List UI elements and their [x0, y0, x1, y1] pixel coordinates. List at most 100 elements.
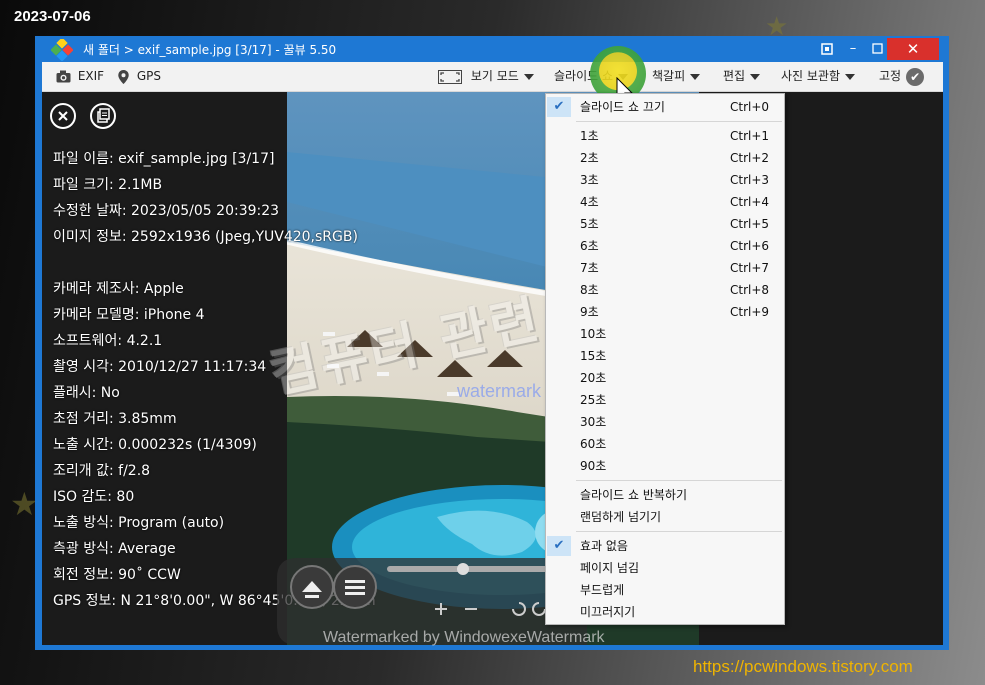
- menu-item-label: 효과 없음: [580, 539, 628, 553]
- date-overlay: 2023-07-06: [14, 8, 91, 25]
- exif-label: EXIF: [77, 69, 105, 83]
- menu-item-label: 25초: [580, 393, 607, 407]
- info-exposure-program: 노출 방식: Program (auto): [53, 515, 225, 531]
- menu-item-shortcut: Ctrl+0: [730, 100, 770, 114]
- slideshow-menu-item[interactable]: 8초 Ctrl+8: [546, 279, 784, 301]
- menu-icon[interactable]: [333, 565, 377, 609]
- info-file-size: 파일 크기: 2.1MB: [53, 177, 163, 193]
- view-mode-menu[interactable]: 보기 모드: [438, 62, 534, 91]
- close-icon: [58, 111, 68, 121]
- menu-item-label: 9초: [580, 305, 599, 319]
- title-bar: 새 폴더 > exif_sample.jpg [3/17] - 꿀뷰 5.50 …: [35, 36, 949, 62]
- menu-item-label: 8초: [580, 283, 599, 297]
- slideshow-menu-item[interactable]: 4초 Ctrl+4: [546, 191, 784, 213]
- gps-button[interactable]: GPS: [118, 62, 161, 91]
- slideshow-menu-item[interactable]: 랜덤하게 넘기기: [546, 506, 784, 528]
- slideshow-menu-item[interactable]: 7초 Ctrl+7: [546, 257, 784, 279]
- view-mode-label: 보기 모드: [470, 69, 519, 83]
- checkmark-icon: ✔: [547, 97, 571, 117]
- slideshow-menu-item[interactable]: 25초: [546, 389, 784, 411]
- info-aperture: 조리개 값: f/2.8: [53, 463, 151, 479]
- menu-item-label: 6초: [580, 239, 599, 253]
- bookmark-menu[interactable]: 책갈피: [652, 62, 701, 91]
- menu-item-label: 미끄러지기: [580, 605, 636, 619]
- info-exposure-time: 노출 시간: 0.000232s (1/4309): [53, 437, 257, 453]
- info-flash: 플래시: No: [53, 385, 120, 401]
- info-image-info: 이미지 정보: 2592x1936 (Jpeg,YUV420,sRGB): [53, 229, 358, 245]
- pin-button[interactable]: 고정 ✔: [879, 62, 925, 91]
- map-pin-icon: [118, 69, 129, 84]
- info-software: 소프트웨어: 4.2.1: [53, 333, 163, 349]
- slideshow-dropdown-menu: ✔ 슬라이드 쇼 끄기 Ctrl+0 1초 Ctrl+1 2초 Ctrl+2 3초 Ctrl+3…: [545, 93, 785, 625]
- slideshow-menu-item[interactable]: 1초 Ctrl+1: [546, 125, 784, 147]
- info-camera-make: 카메라 제조사: Apple: [53, 281, 184, 297]
- checkmark-icon: ✔: [547, 536, 571, 556]
- photo-box-menu[interactable]: 사진 보관함: [781, 62, 856, 91]
- slideshow-menu-item[interactable]: 미끄러지기: [546, 601, 784, 623]
- check-circle-icon: ✔: [906, 67, 925, 86]
- slideshow-menu-item[interactable]: 부드럽게: [546, 579, 784, 601]
- chevron-down-icon: [690, 73, 701, 80]
- info-file-name: 파일 이름: exif_sample.jpg [3/17]: [53, 151, 275, 167]
- menu-separator: [576, 531, 782, 532]
- menu-item-shortcut: Ctrl+5: [730, 217, 770, 231]
- slideshow-menu-item[interactable]: 2초 Ctrl+2: [546, 147, 784, 169]
- menu-item-shortcut: Ctrl+3: [730, 173, 770, 187]
- info-focal-length: 초점 거리: 3.85mm: [53, 411, 177, 427]
- menu-item-label: 15초: [580, 349, 607, 363]
- menu-item-label: 20초: [580, 371, 607, 385]
- app-logo-icon: [51, 39, 73, 61]
- slideshow-menu-item[interactable]: 9초 Ctrl+9: [546, 301, 784, 323]
- chevron-down-icon: [750, 73, 761, 80]
- menu-item-shortcut: Ctrl+6: [730, 239, 770, 253]
- edit-menu[interactable]: 편집: [723, 62, 761, 91]
- gps-label: GPS: [136, 69, 161, 83]
- slideshow-menu-item[interactable]: ✔ 효과 없음: [546, 535, 784, 557]
- menu-item-label: 페이지 넘김: [580, 561, 640, 575]
- menu-item-label: 30초: [580, 415, 607, 429]
- slideshow-menu-item[interactable]: 3초 Ctrl+3: [546, 169, 784, 191]
- fullscreen-icon: [438, 69, 462, 84]
- menu-item-label: 10초: [580, 327, 607, 341]
- slideshow-menu-item[interactable]: 슬라이드 쇼 반복하기: [546, 484, 784, 506]
- menu-item-label: 3초: [580, 173, 599, 187]
- close-icon[interactable]: ✕: [887, 38, 939, 60]
- image-viewer-area: 파일 이름: exif_sample.jpg [3/17] 파일 크기: 2.1…: [42, 92, 943, 645]
- chevron-down-icon: [523, 73, 534, 80]
- menu-separator: [576, 121, 782, 122]
- slideshow-menu-item[interactable]: 20초: [546, 367, 784, 389]
- slideshow-menu-item[interactable]: 15초: [546, 345, 784, 367]
- copy-icon: [97, 108, 110, 123]
- info-metering: 측광 방식: Average: [53, 541, 176, 557]
- slideshow-menu-item[interactable]: 60초: [546, 433, 784, 455]
- slideshow-menu-item[interactable]: ✔ 슬라이드 쇼 끄기 Ctrl+0: [546, 96, 784, 118]
- menu-item-label: 2초: [580, 151, 599, 165]
- slideshow-menu-item[interactable]: 5초 Ctrl+5: [546, 213, 784, 235]
- menu-item-label: 슬라이드 쇼 끄기: [580, 100, 665, 114]
- slideshow-menu-item[interactable]: 페이지 넘김: [546, 557, 784, 579]
- copy-info-button[interactable]: [90, 103, 116, 129]
- menu-item-shortcut: Ctrl+7: [730, 261, 770, 275]
- slideshow-menu-item[interactable]: 6초 Ctrl+6: [546, 235, 784, 257]
- chevron-down-icon: [845, 73, 856, 80]
- bookmark-label: 책갈피: [652, 69, 686, 83]
- menu-item-shortcut: Ctrl+8: [730, 283, 770, 297]
- info-modified: 수정한 날짜: 2023/05/05 20:39:23: [53, 203, 280, 219]
- navigate-up-icon[interactable]: [290, 565, 334, 609]
- menu-item-label: 슬라이드 쇼 반복하기: [580, 488, 687, 502]
- menu-item-label: 7초: [580, 261, 599, 275]
- exif-button[interactable]: EXIF: [56, 62, 104, 91]
- slideshow-menu-item[interactable]: 10초: [546, 323, 784, 345]
- slideshow-menu-item[interactable]: 90초: [546, 455, 784, 477]
- slideshow-menu-item[interactable]: 30초: [546, 411, 784, 433]
- menu-item-label: 5초: [580, 217, 599, 231]
- menu-item-label: 부드럽게: [580, 583, 625, 597]
- menu-item-shortcut: Ctrl+1: [730, 129, 770, 143]
- photo-box-label: 사진 보관함: [781, 69, 841, 83]
- menu-item-label: 1초: [580, 129, 599, 143]
- site-url-overlay: https://pcwindows.tistory.com: [693, 657, 913, 676]
- window-title: 새 폴더 > exif_sample.jpg [3/17] - 꿀뷰 5.50: [83, 43, 337, 57]
- restore-icon[interactable]: [813, 38, 841, 60]
- close-info-button[interactable]: [50, 103, 76, 129]
- edit-label: 편집: [723, 69, 746, 83]
